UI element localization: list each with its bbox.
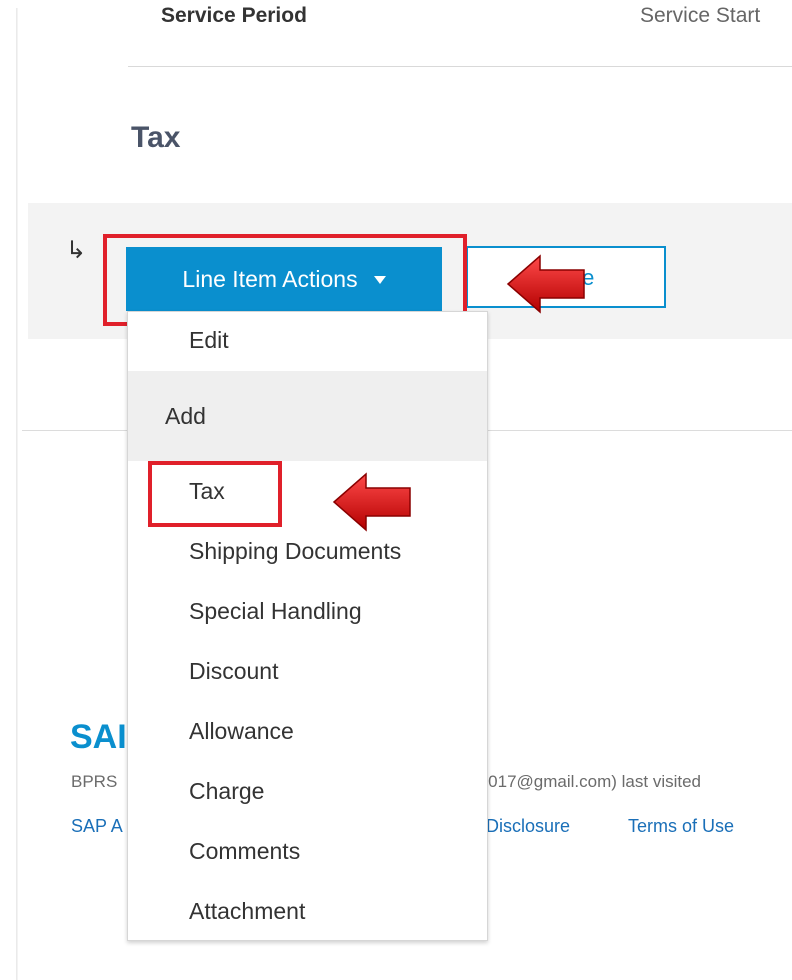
footer-link-sap[interactable]: SAP A xyxy=(71,816,123,837)
line-item-actions-label: Line Item Actions xyxy=(182,265,358,292)
menu-item-special-handling[interactable]: Special Handling xyxy=(128,582,487,640)
service-period-label: Service Period xyxy=(161,4,307,27)
sub-item-arrow-icon: ↳ xyxy=(66,237,87,264)
menu-item-comments[interactable]: Comments xyxy=(128,822,487,880)
caret-down-icon xyxy=(373,276,386,284)
line-item-actions-button[interactable]: Line Item Actions xyxy=(126,247,442,311)
page-edge-shadow xyxy=(16,8,18,980)
menu-item-allowance[interactable]: Allowance xyxy=(128,702,487,760)
sap-logo: SAI xyxy=(70,718,127,756)
menu-item-attachment[interactable]: Attachment xyxy=(128,882,487,940)
menu-group-add: Add xyxy=(128,371,487,461)
menu-item-discount[interactable]: Discount xyxy=(128,642,487,700)
menu-item-shipping-documents[interactable]: Shipping Documents xyxy=(128,522,487,580)
red-left-arrow-icon xyxy=(332,472,411,532)
divider xyxy=(128,66,792,67)
footer-user-text: BPRS xyxy=(71,772,118,791)
menu-item-tax[interactable]: Tax xyxy=(128,462,487,520)
footer-link-disclosure[interactable]: Disclosure xyxy=(486,816,570,837)
menu-item-edit[interactable]: Edit xyxy=(128,312,487,370)
service-period-row: Service Period Service Start xyxy=(0,0,792,40)
page: Service Period Service Start Tax ↳ Line … xyxy=(0,0,792,980)
service-start-label: Service Start xyxy=(640,4,761,27)
menu-item-charge[interactable]: Charge xyxy=(128,762,487,820)
line-item-actions-menu: Edit Add Tax Shipping Documents Special … xyxy=(127,311,488,941)
section-title: Tax xyxy=(131,121,181,154)
red-left-arrow-icon xyxy=(506,254,585,314)
footer-link-terms-of-use[interactable]: Terms of Use xyxy=(628,816,734,837)
footer-last-visited-text: .2017@gmail.com) last visited xyxy=(474,772,702,791)
